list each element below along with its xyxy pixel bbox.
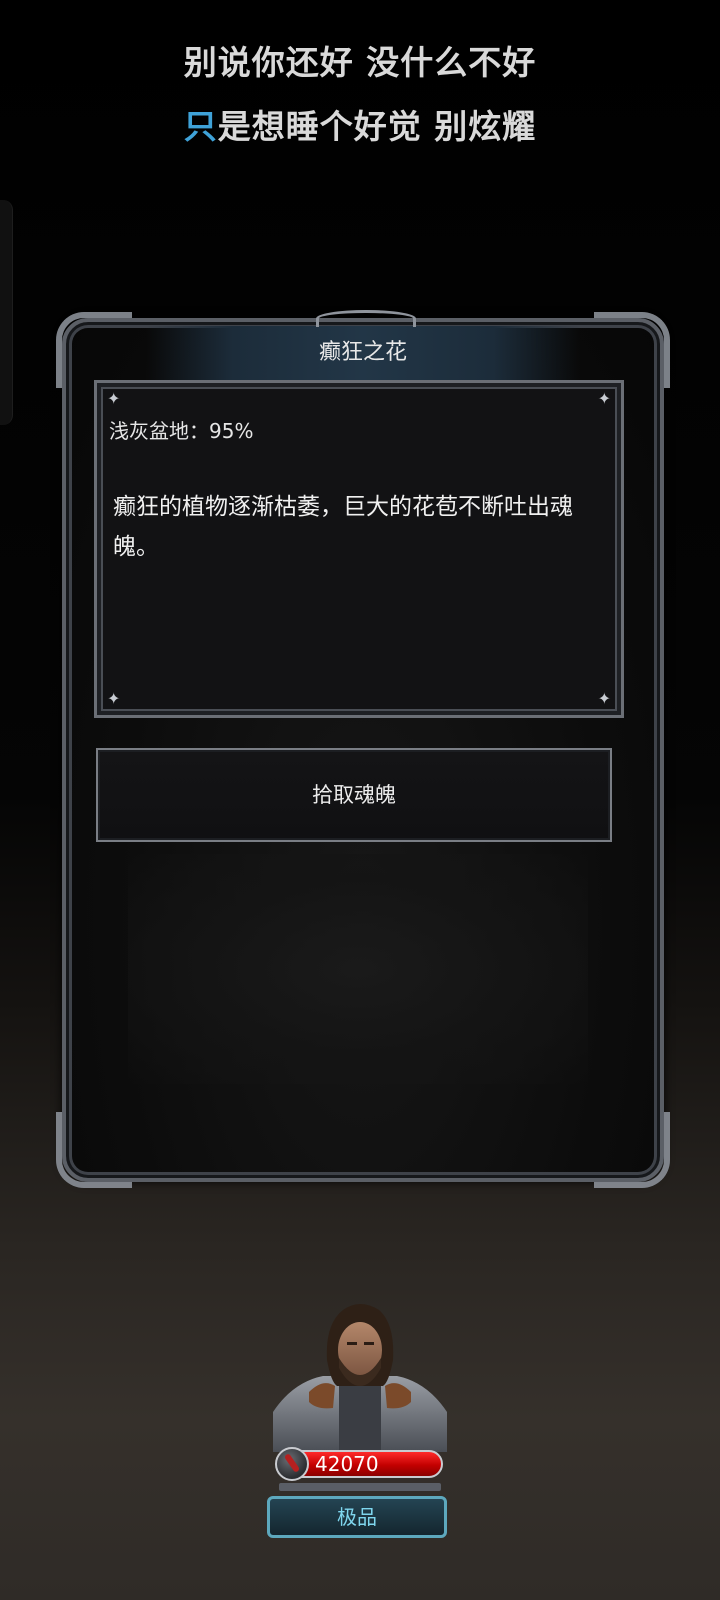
hero-card[interactable]: 42070 极品 <box>267 1302 451 1542</box>
edge-handle[interactable] <box>0 200 13 425</box>
sparkle-icon: ✦ <box>107 689 121 708</box>
lyric-highlight-word: 只 <box>183 107 218 146</box>
lyric-line-1: 别说你还好 没什么不好 <box>0 36 720 84</box>
event-description: 癫狂的植物逐渐枯萎，巨大的花苞不断吐出魂魄。 <box>113 494 573 560</box>
hero-portrait-image <box>273 1304 447 1452</box>
experience-bar <box>279 1483 441 1491</box>
combat-power-bar: 42070 <box>275 1447 443 1481</box>
location-progress: 浅灰盆地：95% <box>109 419 254 443</box>
sparkle-icon: ✦ <box>107 389 121 408</box>
title-ornament <box>316 310 416 327</box>
sword-medallion-icon <box>275 1447 309 1481</box>
lyric-line-1-text: 别说你还好 没什么不好 <box>183 43 537 82</box>
pick-up-souls-button[interactable]: 拾取魂魄 <box>96 748 612 842</box>
frame-ornament-bottom-right <box>594 1112 670 1188</box>
hero-portrait <box>273 1302 447 1452</box>
lyric-line-2-text: 是想睡个好觉 别炫耀 <box>217 107 537 146</box>
hero-rank-badge: 极品 <box>267 1496 447 1538</box>
event-dialog: 癫狂之花 ✦ ✦ ✦ ✦ 浅灰盆地：95% 癫狂的植物逐渐枯萎，巨大的花苞不断吐… <box>56 310 670 1188</box>
lyric-line-2: 只是想睡个好觉 别炫耀 <box>0 100 720 148</box>
event-description-box: ✦ ✦ ✦ ✦ 浅灰盆地：95% 癫狂的植物逐渐枯萎，巨大的花苞不断吐出魂魄。 <box>94 380 624 718</box>
combat-power-value: 42070 <box>315 1452 379 1476</box>
sparkle-icon: ✦ <box>597 689 611 708</box>
event-title: 癫狂之花 <box>318 340 407 365</box>
frame-ornament-bottom-left <box>56 1112 132 1188</box>
sparkle-icon: ✦ <box>597 389 611 408</box>
background-mural <box>128 854 588 1084</box>
